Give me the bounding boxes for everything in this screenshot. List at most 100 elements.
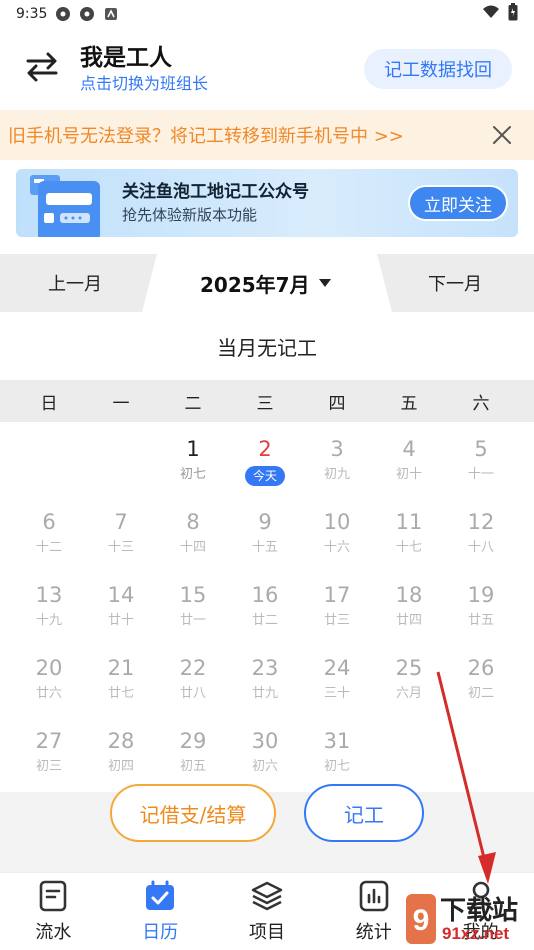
calendar-day-16[interactable]: 16 廿二 — [229, 576, 301, 649]
calendar-grid: 1 初七 2 今天 3 初九 4 初十 5 十一 6 十二 7 十三 8 十四 9 十五 10 十六 11 十七 12 十八 1… — [0, 422, 534, 795]
lunar-date: 初七 — [323, 759, 350, 774]
lunar-date: 六月 — [395, 686, 422, 701]
calendar-day-2[interactable]: 2 今天 — [229, 430, 301, 503]
status-time: 9:35 — [16, 6, 48, 22]
day-number: 10 — [323, 510, 351, 534]
calendar-day-14[interactable]: 14 廿十 — [85, 576, 157, 649]
calendar-day-18[interactable]: 18 廿四 — [373, 576, 445, 649]
next-month-button[interactable]: 下一月 — [428, 254, 482, 312]
lunar-date: 十八 — [467, 540, 494, 555]
role-switcher[interactable]: 我是工人 点击切换为班组长 — [80, 43, 208, 95]
calendar-day-5[interactable]: 5 十一 — [445, 430, 517, 503]
record-work-button[interactable]: 记工 — [304, 784, 424, 842]
calendar-day-15[interactable]: 15 廿一 — [157, 576, 229, 649]
role-switch-link[interactable]: 点击切换为班组长 — [80, 73, 208, 95]
wifi-icon — [482, 5, 500, 23]
day-number: 8 — [186, 510, 200, 534]
notification-icon — [55, 6, 71, 22]
follow-button[interactable]: 立即关注 — [408, 185, 508, 221]
today-badge: 今天 — [244, 466, 285, 486]
banner-title: 关注鱼泡工地记工公众号 — [122, 182, 309, 202]
tab-0[interactable]: 流水 — [0, 873, 106, 950]
weekday-3: 三 — [256, 393, 274, 414]
watermark: 9 下载站 91xz.net — [406, 888, 534, 950]
day-number: 13 — [35, 583, 63, 607]
tab-label: 项目 — [248, 921, 285, 943]
calendar-empty-cell — [85, 430, 157, 503]
day-number: 28 — [107, 729, 135, 753]
lunar-date: 十二 — [35, 540, 62, 555]
svg-text:9: 9 — [413, 904, 430, 937]
prev-month-button[interactable]: 上一月 — [48, 254, 102, 312]
current-month-label: 2025年7月 — [200, 272, 310, 297]
lunar-date: 初五 — [179, 759, 206, 774]
wechat-follow-banner[interactable]: 关注鱼泡工地记工公众号 抢先体验新版本功能 立即关注 — [16, 169, 518, 237]
calendar-day-8[interactable]: 8 十四 — [157, 503, 229, 576]
calendar-day-27[interactable]: 27 初三 — [13, 722, 85, 795]
watermark-url: 91xz.net — [442, 924, 510, 943]
calendar-day-11[interactable]: 11 十七 — [373, 503, 445, 576]
day-number: 6 — [42, 510, 56, 534]
calendar-day-10[interactable]: 10 十六 — [301, 503, 373, 576]
lunar-date: 初六 — [251, 759, 278, 774]
calendar-day-13[interactable]: 13 十九 — [13, 576, 85, 649]
day-number: 31 — [323, 729, 351, 753]
notice-text[interactable]: 旧手机号无法登录？将记工转移到新手机号中 >> — [8, 122, 404, 148]
weekday-0: 日 — [40, 393, 58, 414]
calendar-day-25[interactable]: 25 六月 — [373, 649, 445, 722]
calendar-day-26[interactable]: 26 初二 — [445, 649, 517, 722]
layers-icon — [250, 880, 284, 916]
day-number: 11 — [395, 510, 423, 534]
lunar-date: 廿二 — [251, 613, 278, 628]
day-number: 18 — [395, 583, 423, 607]
tab-label: 统计 — [355, 921, 392, 943]
calendar-day-3[interactable]: 3 初九 — [301, 430, 373, 503]
day-number: 26 — [467, 656, 495, 680]
record-debt-settle-button[interactable]: 记借支/结算 — [110, 784, 276, 842]
calendar-day-4[interactable]: 4 初十 — [373, 430, 445, 503]
calendar-day-19[interactable]: 19 廿五 — [445, 576, 517, 649]
day-number: 30 — [251, 729, 279, 753]
lunar-date: 十六 — [323, 540, 350, 555]
day-number: 15 — [179, 583, 207, 607]
calendar-day-21[interactable]: 21 廿七 — [85, 649, 157, 722]
close-icon[interactable] — [470, 110, 534, 160]
month-navigator: 上一月 2025年7月 下一月 — [0, 254, 534, 312]
calendar-day-23[interactable]: 23 廿九 — [229, 649, 301, 722]
day-number: 3 — [330, 437, 344, 461]
lunar-date: 廿五 — [467, 613, 494, 628]
day-number: 20 — [35, 656, 63, 680]
calendar-day-7[interactable]: 7 十三 — [85, 503, 157, 576]
month-picker[interactable]: 2025年7月 — [200, 254, 332, 312]
switch-role-icon[interactable] — [22, 49, 62, 89]
data-recover-button[interactable]: 记工数据找回 — [364, 49, 512, 89]
day-number: 9 — [258, 510, 272, 534]
calendar-day-24[interactable]: 24 三十 — [301, 649, 373, 722]
status-bar: 9:35 — [0, 0, 534, 28]
tab-2[interactable]: 项目 — [214, 873, 320, 950]
weekday-6: 六 — [472, 393, 490, 414]
notice-bar[interactable]: 旧手机号无法登录？将记工转移到新手机号中 >> — [0, 110, 534, 160]
day-number: 27 — [35, 729, 63, 753]
calendar-day-17[interactable]: 17 廿三 — [301, 576, 373, 649]
calendar-day-12[interactable]: 12 十八 — [445, 503, 517, 576]
day-number: 2 — [258, 437, 272, 461]
day-number: 1 — [186, 437, 200, 461]
lunar-date: 初二 — [467, 686, 494, 701]
calendar-day-1[interactable]: 1 初七 — [157, 430, 229, 503]
lunar-date: 廿六 — [35, 686, 62, 701]
calendar-day-9[interactable]: 9 十五 — [229, 503, 301, 576]
calendar-day-6[interactable]: 6 十二 — [13, 503, 85, 576]
lunar-date: 十四 — [179, 540, 206, 555]
banner-subtitle: 抢先体验新版本功能 — [122, 206, 258, 224]
calendar-day-20[interactable]: 20 廿六 — [13, 649, 85, 722]
lunar-date: 廿八 — [179, 686, 206, 701]
lunar-date: 十九 — [35, 613, 62, 628]
calendar-day-22[interactable]: 22 廿八 — [157, 649, 229, 722]
day-number: 29 — [179, 729, 207, 753]
day-number: 22 — [179, 656, 207, 680]
calendar-icon — [144, 880, 176, 916]
lunar-date: 廿十 — [107, 613, 134, 628]
tab-1[interactable]: 日历 — [107, 873, 213, 950]
lunar-date: 初七 — [179, 467, 206, 482]
